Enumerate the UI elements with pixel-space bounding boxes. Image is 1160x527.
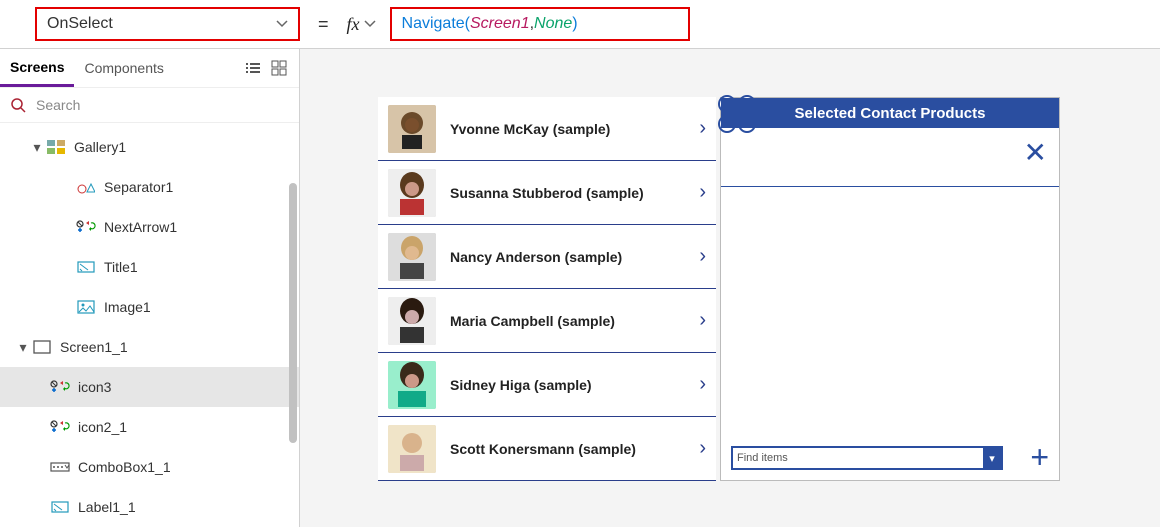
tree-node-label: Image1 (104, 299, 151, 315)
icons-icon (50, 380, 70, 394)
list-item[interactable]: Yvonne McKay (sample) › (378, 97, 716, 161)
shape-icon (76, 180, 96, 194)
screen-icon (32, 340, 52, 354)
label-icon (50, 500, 70, 514)
canvas[interactable]: Yvonne McKay (sample) › Susanna Stubbero… (300, 49, 1160, 527)
property-selector-value: OnSelect (47, 15, 113, 33)
tree-tabs: Screens Components (0, 49, 299, 87)
contact-gallery[interactable]: Yvonne McKay (sample) › Susanna Stubbero… (378, 97, 716, 481)
tree-node-label: ComboBox1_1 (78, 459, 171, 475)
list-item-name: Sidney Higa (sample) (450, 377, 685, 393)
list-item-name: Maria Campbell (sample) (450, 313, 685, 329)
property-selector[interactable]: OnSelect (35, 7, 300, 41)
tab-screens-label: Screens (10, 59, 64, 75)
tree-node-combobox1-1[interactable]: ComboBox1_1 (0, 447, 299, 487)
tree-actions (245, 60, 295, 76)
chevron-down-icon (276, 18, 288, 30)
tree-node-label: Title1 (104, 259, 138, 275)
icons-icon (50, 420, 70, 434)
formula-arg1: Screen1 (470, 15, 530, 33)
expand-icon[interactable]: ▾ (28, 139, 46, 156)
avatar (388, 425, 436, 473)
list-item-name: Scott Konersmann (sample) (450, 441, 685, 457)
find-items-combobox[interactable]: Find items ▾ (731, 446, 1003, 470)
list-view-icon[interactable] (245, 60, 261, 76)
tree-node-label: Label1_1 (78, 499, 136, 515)
equals-label: = (318, 14, 329, 35)
formula-input[interactable]: Navigate ( Screen1 , None ) (390, 7, 690, 41)
avatar (388, 169, 436, 217)
tree-node-label: Gallery1 (74, 139, 126, 155)
list-item[interactable]: Sidney Higa (sample) › (378, 353, 716, 417)
avatar (388, 233, 436, 281)
tab-components[interactable]: Components (74, 49, 173, 87)
search-icon (10, 97, 26, 113)
tree-node-label: NextArrow1 (104, 219, 177, 235)
formula-close: ) (572, 15, 577, 33)
tree-node-label: icon2_1 (78, 419, 127, 435)
chevron-right-icon[interactable]: › (699, 117, 706, 140)
main-area: Screens Components ▾ (0, 49, 1160, 527)
add-icon[interactable]: + (1030, 439, 1049, 476)
list-item-name: Yvonne McKay (sample) (450, 121, 685, 137)
list-item-name: Susanna Stubberod (sample) (450, 185, 685, 201)
list-item[interactable]: Scott Konersmann (sample) › (378, 417, 716, 481)
chevron-right-icon[interactable]: › (699, 181, 706, 204)
tree-search[interactable] (0, 87, 299, 123)
chevron-right-icon[interactable]: › (699, 373, 706, 396)
tree-node-label1-1[interactable]: Label1_1 (0, 487, 299, 527)
tree-node-nextarrow1[interactable]: NextArrow1 (0, 207, 299, 247)
tree-body: ▾ Gallery1 Separator1 NextArrow1 (0, 123, 299, 527)
chevron-down-icon[interactable]: ▾ (983, 448, 1001, 468)
combobox-icon (50, 461, 70, 473)
tab-screens[interactable]: Screens (0, 49, 74, 87)
fx-icon[interactable]: fx (347, 14, 360, 35)
list-item-name: Nancy Anderson (sample) (450, 249, 685, 265)
list-item[interactable]: Maria Campbell (sample) › (378, 289, 716, 353)
formula-bar: OnSelect = fx Navigate ( Screen1 , None … (0, 0, 1160, 49)
avatar (388, 361, 436, 409)
chevron-right-icon[interactable]: › (699, 245, 706, 268)
divider (721, 186, 1059, 187)
fx-box: fx Navigate ( Screen1 , None ) (347, 7, 690, 41)
pane-header: Selected Contact Products (721, 98, 1059, 128)
selected-products-pane: Selected Contact Products ✕ Find items ▾… (720, 97, 1060, 481)
tree-node-title1[interactable]: Title1 (0, 247, 299, 287)
avatar (388, 297, 436, 345)
tree-node-image1[interactable]: Image1 (0, 287, 299, 327)
tab-components-label: Components (84, 60, 163, 76)
tree-node-gallery1[interactable]: ▾ Gallery1 (0, 127, 299, 167)
chevron-down-icon[interactable] (364, 18, 376, 30)
tree-node-label: icon3 (78, 379, 111, 395)
close-icon[interactable]: ✕ (1024, 136, 1047, 169)
tree-panel: Screens Components ▾ (0, 49, 300, 527)
avatar (388, 105, 436, 153)
gallery-icon (46, 140, 66, 154)
formula-fn: Navigate (402, 15, 465, 33)
search-input[interactable] (36, 97, 289, 113)
chevron-right-icon[interactable]: › (699, 437, 706, 460)
tree-node-label: Screen1_1 (60, 339, 128, 355)
tree-node-icon3[interactable]: icon3 (0, 367, 299, 407)
image-icon (76, 300, 96, 314)
list-item[interactable]: Nancy Anderson (sample) › (378, 225, 716, 289)
chevron-right-icon[interactable]: › (699, 309, 706, 332)
expand-icon[interactable]: ▾ (14, 339, 32, 356)
formula-arg2: None (534, 15, 572, 33)
tree-node-icon2-1[interactable]: icon2_1 (0, 407, 299, 447)
pane-title: Selected Contact Products (795, 105, 986, 122)
grid-view-icon[interactable] (271, 60, 287, 76)
tree-node-label: Separator1 (104, 179, 173, 195)
combobox-placeholder: Find items (733, 452, 983, 464)
tree-node-separator1[interactable]: Separator1 (0, 167, 299, 207)
tree-node-screen1-1[interactable]: ▾ Screen1_1 (0, 327, 299, 367)
scrollbar-thumb[interactable] (289, 183, 297, 443)
list-item[interactable]: Susanna Stubberod (sample) › (378, 161, 716, 225)
label-icon (76, 260, 96, 274)
icons-icon (76, 220, 96, 234)
